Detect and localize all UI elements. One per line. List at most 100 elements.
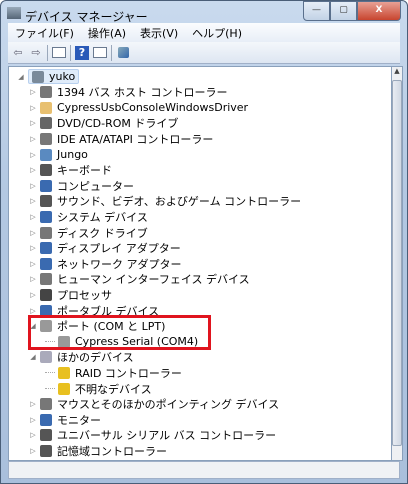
tree-item[interactable]: ▷ IDE ATA/ATAPI コントローラー [29, 131, 213, 146]
menu-help[interactable]: ヘルプ(H) [185, 25, 249, 41]
expand-arrow-icon[interactable]: ▷ [29, 151, 37, 159]
show-hide-console-tree-icon[interactable] [52, 46, 66, 60]
tree-connector [45, 372, 55, 374]
tree-item[interactable]: ▷ 記憶域コントローラー [29, 443, 167, 458]
tree-item[interactable]: ▷ プロセッサ [29, 287, 112, 302]
device-category-icon [40, 117, 52, 130]
separator [111, 44, 112, 61]
menu-bar: ファイル(F) 操作(A) 表示(V) ヘルプ(H) [8, 23, 400, 42]
tree-item[interactable]: ▷ マウスとそのほかのポインティング デバイス [29, 397, 279, 412]
tree-item-label: ディスプレイ アダプター [57, 242, 181, 256]
expand-arrow-icon[interactable]: ▷ [29, 244, 37, 252]
device-manager-icon [7, 7, 21, 19]
expand-arrow-icon[interactable]: ▷ [29, 104, 37, 112]
expand-arrow-icon[interactable]: ▷ [29, 431, 37, 439]
tree-item[interactable]: ▷ 1394 バス ホスト コントローラー [29, 85, 227, 100]
expand-arrow-icon[interactable]: ▷ [29, 135, 37, 143]
tree-item[interactable]: ▷ ディスプレイ アダプター [29, 241, 181, 256]
maximize-button[interactable]: ▢ [330, 1, 357, 21]
highlight-box [28, 315, 211, 350]
tree-item[interactable]: ▷ ディスク ドライブ [29, 225, 148, 240]
device-category-icon [40, 132, 52, 145]
tree-item[interactable]: ▷ ユニバーサル シリアル バス コントローラー [29, 428, 276, 443]
expand-arrow-icon[interactable]: ▷ [29, 166, 37, 174]
expand-arrow-icon[interactable]: ▷ [29, 213, 37, 221]
tree-item-label: ユニバーサル シリアル バス コントローラー [57, 429, 277, 443]
tree-item-label: ディスク ドライブ [57, 226, 148, 240]
scrollbar-thumb[interactable] [392, 80, 402, 446]
device-category-icon [40, 444, 52, 457]
tree-item[interactable]: RAID コントローラー [45, 365, 182, 380]
tree-item[interactable]: ▷ サウンド、ビデオ、およびゲーム コントローラー [29, 194, 301, 209]
collapse-arrow-icon[interactable]: ◢ [29, 353, 37, 361]
minimize-button[interactable]: — [303, 1, 330, 21]
back-icon[interactable]: ⇦ [11, 46, 25, 60]
help-icon[interactable]: ? [75, 45, 89, 60]
device-category-icon [40, 195, 52, 208]
expand-arrow-icon[interactable]: ▷ [29, 275, 37, 283]
tree-item[interactable]: ▷ キーボード [29, 163, 112, 178]
tree-connector [45, 388, 55, 389]
tree-item-label: キーボード [57, 164, 112, 178]
menu-view[interactable]: 表示(V) [133, 25, 185, 41]
tree-item[interactable]: ▷ ネットワーク アダプター [29, 256, 182, 271]
tree-item[interactable]: ▷ Jungo [29, 147, 88, 162]
status-bar [8, 461, 400, 479]
show-action-pane-icon[interactable] [93, 46, 107, 60]
device-category-icon [40, 226, 52, 239]
expand-arrow-icon[interactable]: ▷ [29, 291, 37, 299]
tree-item[interactable]: ▷ コンピューター [29, 178, 134, 193]
tree-item[interactable]: ▷ システム デバイス [29, 209, 148, 224]
expand-arrow-icon[interactable]: ▷ [29, 416, 37, 424]
device-category-icon [40, 429, 52, 442]
tree-item-label: サウンド、ビデオ、およびゲーム コントローラー [57, 195, 302, 209]
scroll-up-icon[interactable]: ▲ [392, 67, 402, 79]
device-category-icon [40, 398, 52, 411]
tree-item-label: システム デバイス [57, 210, 148, 224]
expand-arrow-icon[interactable]: ▷ [29, 229, 37, 237]
device-category-icon [40, 288, 52, 301]
expand-arrow-icon[interactable]: ▷ [29, 119, 37, 127]
expand-arrow-icon[interactable]: ▷ [29, 260, 37, 268]
device-category-icon [40, 413, 52, 426]
tree-item[interactable]: ▷ モニター [29, 412, 101, 427]
device-category-icon [58, 382, 70, 395]
tree-item-label: 1394 バス ホスト コントローラー [57, 86, 228, 100]
tree-item-label: プロセッサ [57, 288, 112, 302]
device-category-icon [40, 86, 52, 99]
device-category-icon [58, 366, 70, 379]
vertical-scrollbar[interactable]: ▲ [391, 66, 403, 461]
device-category-icon [40, 351, 52, 364]
tree-item[interactable]: ▷ DVD/CD-ROM ドライブ [29, 116, 178, 131]
tree-item-label: 不明なデバイス [75, 382, 152, 396]
tree-item-label: モニター [57, 413, 101, 427]
tree-root[interactable]: ◢ yuko [17, 69, 80, 84]
collapse-arrow-icon[interactable]: ◢ [17, 73, 25, 81]
forward-icon[interactable]: ⇨ [29, 46, 43, 60]
tree-item[interactable]: 不明なデバイス [45, 381, 152, 396]
tree-item[interactable]: ◢ ほかのデバイス [29, 350, 134, 365]
tree-item[interactable]: ▷ ヒューマン インターフェイス デバイス [29, 272, 250, 287]
device-category-icon [40, 101, 52, 114]
expand-arrow-icon[interactable]: ▷ [29, 182, 37, 190]
close-button[interactable]: X [357, 1, 401, 21]
tree-item-label: ネットワーク アダプター [57, 257, 182, 271]
expand-arrow-icon[interactable]: ▷ [29, 447, 37, 455]
tree-item-label: IDE ATA/ATAPI コントローラー [57, 132, 214, 146]
device-category-icon [40, 242, 52, 255]
menu-action[interactable]: 操作(A) [81, 25, 133, 41]
device-category-icon [40, 179, 52, 192]
separator [47, 44, 48, 61]
tree-item-label: マウスとそのほかのポインティング デバイス [57, 398, 280, 412]
expand-arrow-icon[interactable]: ▷ [29, 400, 37, 408]
expand-arrow-icon[interactable]: ▷ [29, 88, 37, 96]
tree-item-label: CypressUsbConsoleWindowsDriver [57, 101, 249, 115]
tree-item-label: Jungo [57, 148, 88, 161]
expand-arrow-icon[interactable]: ▷ [29, 307, 37, 315]
scan-hardware-icon[interactable] [116, 46, 130, 60]
menu-file[interactable]: ファイル(F) [8, 25, 81, 41]
tree-item-label: ヒューマン インターフェイス デバイス [57, 273, 250, 287]
tree-item[interactable]: ▷ CypressUsbConsoleWindowsDriver [29, 100, 248, 115]
device-category-icon [40, 148, 52, 161]
expand-arrow-icon[interactable]: ▷ [29, 197, 37, 205]
